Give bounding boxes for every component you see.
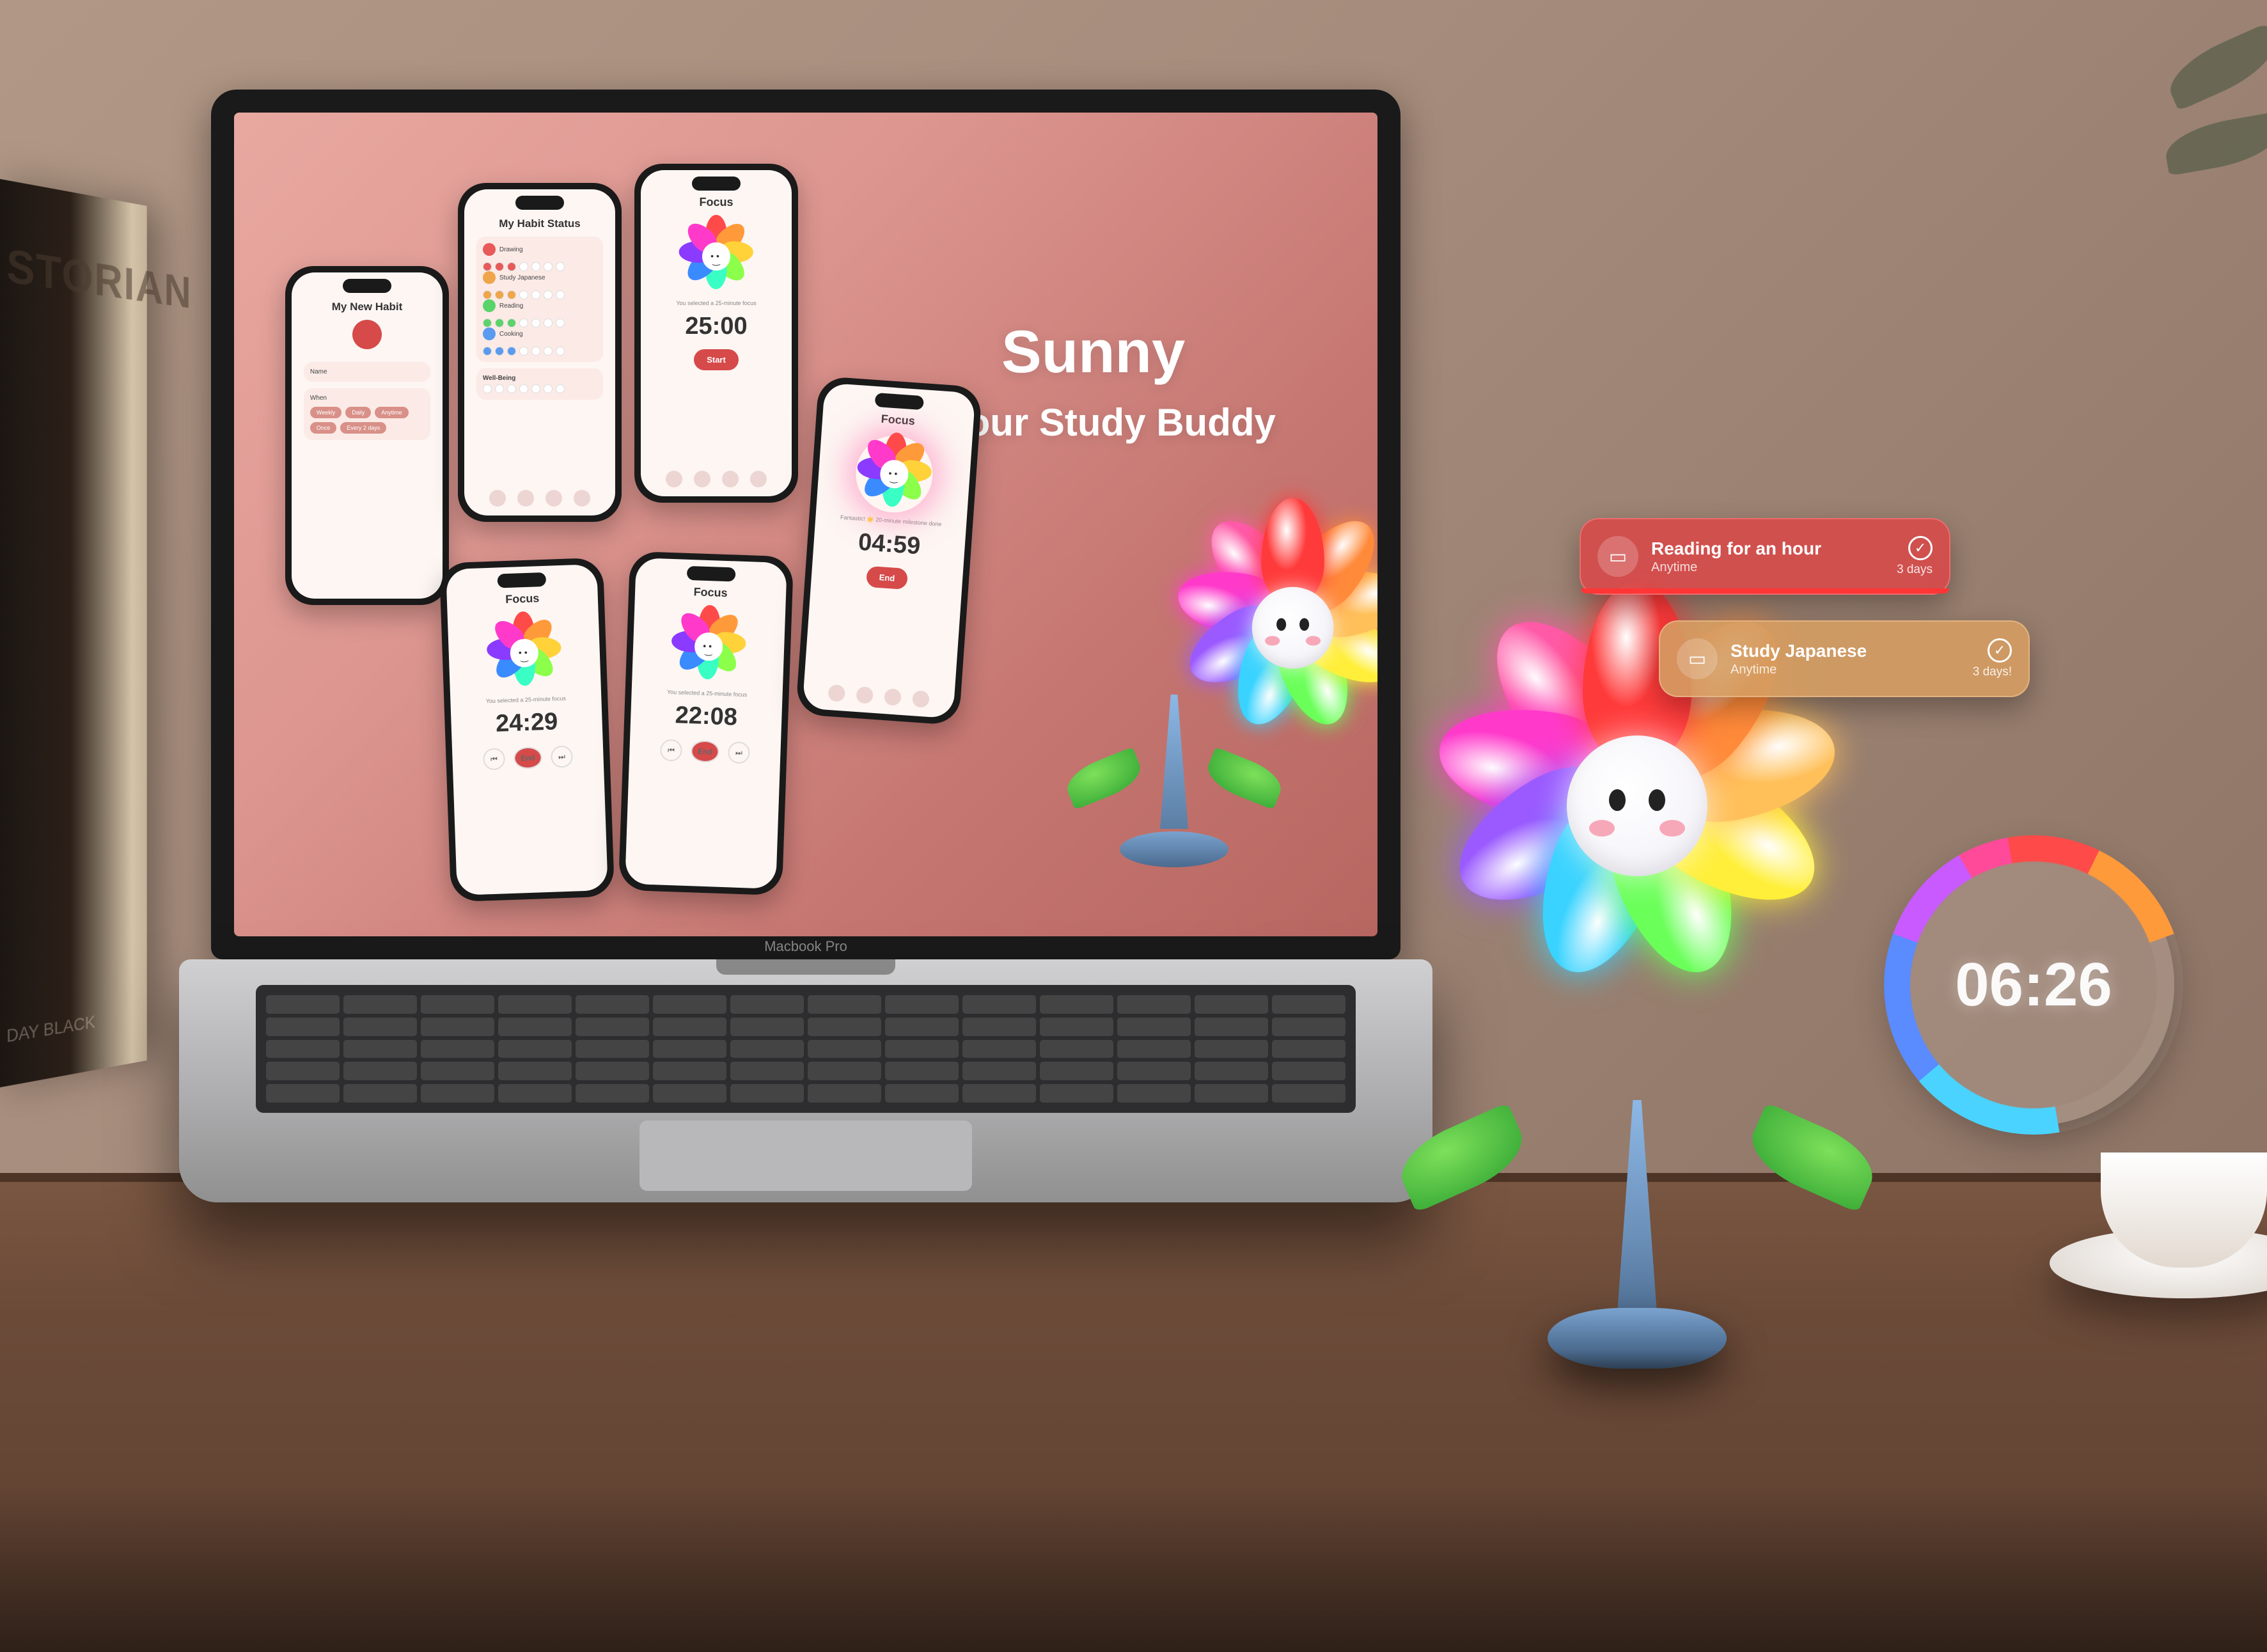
chip-option[interactable]: Once [310,422,337,434]
end-button[interactable]: End [866,566,909,590]
habit-row[interactable]: Drawing [483,243,597,256]
lamp-base [1548,1308,1727,1369]
habit-when-field[interactable]: When WeeklyDailyAnytimeOnceEvery 2 days [304,388,430,440]
laptop-screen: Sunny Your Study Buddy My New Habit Name… [234,113,1377,936]
mockup-focus-running-a: Focus You selected a 25-minute focus 24:… [439,558,615,902]
flower-illustration [1053,509,1296,867]
check-icon[interactable]: ✓ [1908,536,1933,560]
screen-title: My New Habit [332,301,403,313]
chip-option[interactable]: Daily [345,407,371,418]
mockup-focus-milestone: Focus Fantastic! 🌟 20-minute milestone d… [796,376,982,726]
prev-button[interactable]: ⏮ [660,739,682,762]
screen-title: My Habit Status [499,217,581,230]
mockup-habit-status: My Habit Status Drawing Study Japanese Rea… [458,183,622,522]
keyboard[interactable] [256,985,1356,1113]
timer-progress-ring [1884,835,2183,1135]
laptop: Sunny Your Study Buddy My New Habit Name… [179,90,1432,1318]
lamp-stem [1616,1100,1658,1330]
card-subtitle: Anytime [1730,663,1973,677]
floating-timer[interactable]: 06:26 [1893,844,2174,1126]
habit-icon-picker[interactable] [352,320,382,349]
chip-option[interactable]: Anytime [375,407,409,418]
card-streak: 3 days! [1973,665,2012,679]
timer-value: 24:29 [495,708,558,737]
card-subtitle: Anytime [1651,560,1897,575]
next-button[interactable]: ⏭ [728,741,750,764]
habit-list: Drawing Study Japanese Reading Cooking [476,237,603,362]
habit-card-reading[interactable]: ▭ Reading for an hour Anytime ✓ 3 days [1580,518,1950,595]
card-title: Study Japanese [1730,641,1973,661]
book-title: STORIAN [6,239,125,310]
mockup-new-habit: My New Habit Name When WeeklyDailyAnytim… [285,266,449,605]
next-button[interactable]: ⏭ [551,746,573,768]
chip-option[interactable]: Every 2 days [340,422,386,434]
habit-card-japanese[interactable]: ▭ Study Japanese Anytime ✓ 3 days! [1659,620,2030,697]
book-icon: ▭ [1597,536,1638,577]
mockup-focus-running-b: Focus You selected a 25-minute focus 22:… [618,551,794,896]
chip-option[interactable]: Weekly [310,407,341,418]
habit-row[interactable]: Reading [483,299,597,312]
prev-button[interactable]: ⏮ [483,748,505,770]
timer-value: 25:00 [685,313,747,340]
card-streak: 3 days [1897,563,1933,577]
timer-value: 04:59 [858,529,922,561]
card-title: Reading for an hour [1651,539,1897,559]
end-button[interactable]: End [514,746,542,769]
end-button[interactable]: End [691,740,719,763]
habit-row[interactable]: Cooking [483,327,597,340]
lamp-face [1567,736,1707,876]
habit-row[interactable]: Study Japanese [483,271,597,284]
timer-value: 22:08 [675,702,738,731]
coffee-cup [2050,1138,2267,1298]
start-button[interactable]: Start [694,349,739,370]
check-icon[interactable]: ✓ [1988,638,2012,663]
book-author: DAY BLACK [6,1012,95,1047]
well-being-section: Well-Being [476,368,603,400]
habit-name-field[interactable]: Name [304,362,430,382]
mockup-focus-ready: Focus You selected a 25-minute focus 25:… [634,164,798,503]
book-icon: ▭ [1677,638,1718,679]
hero-title: Sunny [1001,317,1185,386]
laptop-base [179,959,1432,1202]
hero-subtitle: Your Study Buddy [944,400,1276,444]
trackpad[interactable] [639,1121,972,1191]
laptop-logo: Macbook Pro [211,938,1400,955]
book-prop: STORIAN DAY BLACK [0,177,147,1090]
sunny-lamp [1426,601,1848,1369]
plant-decor [2126,45,2267,275]
